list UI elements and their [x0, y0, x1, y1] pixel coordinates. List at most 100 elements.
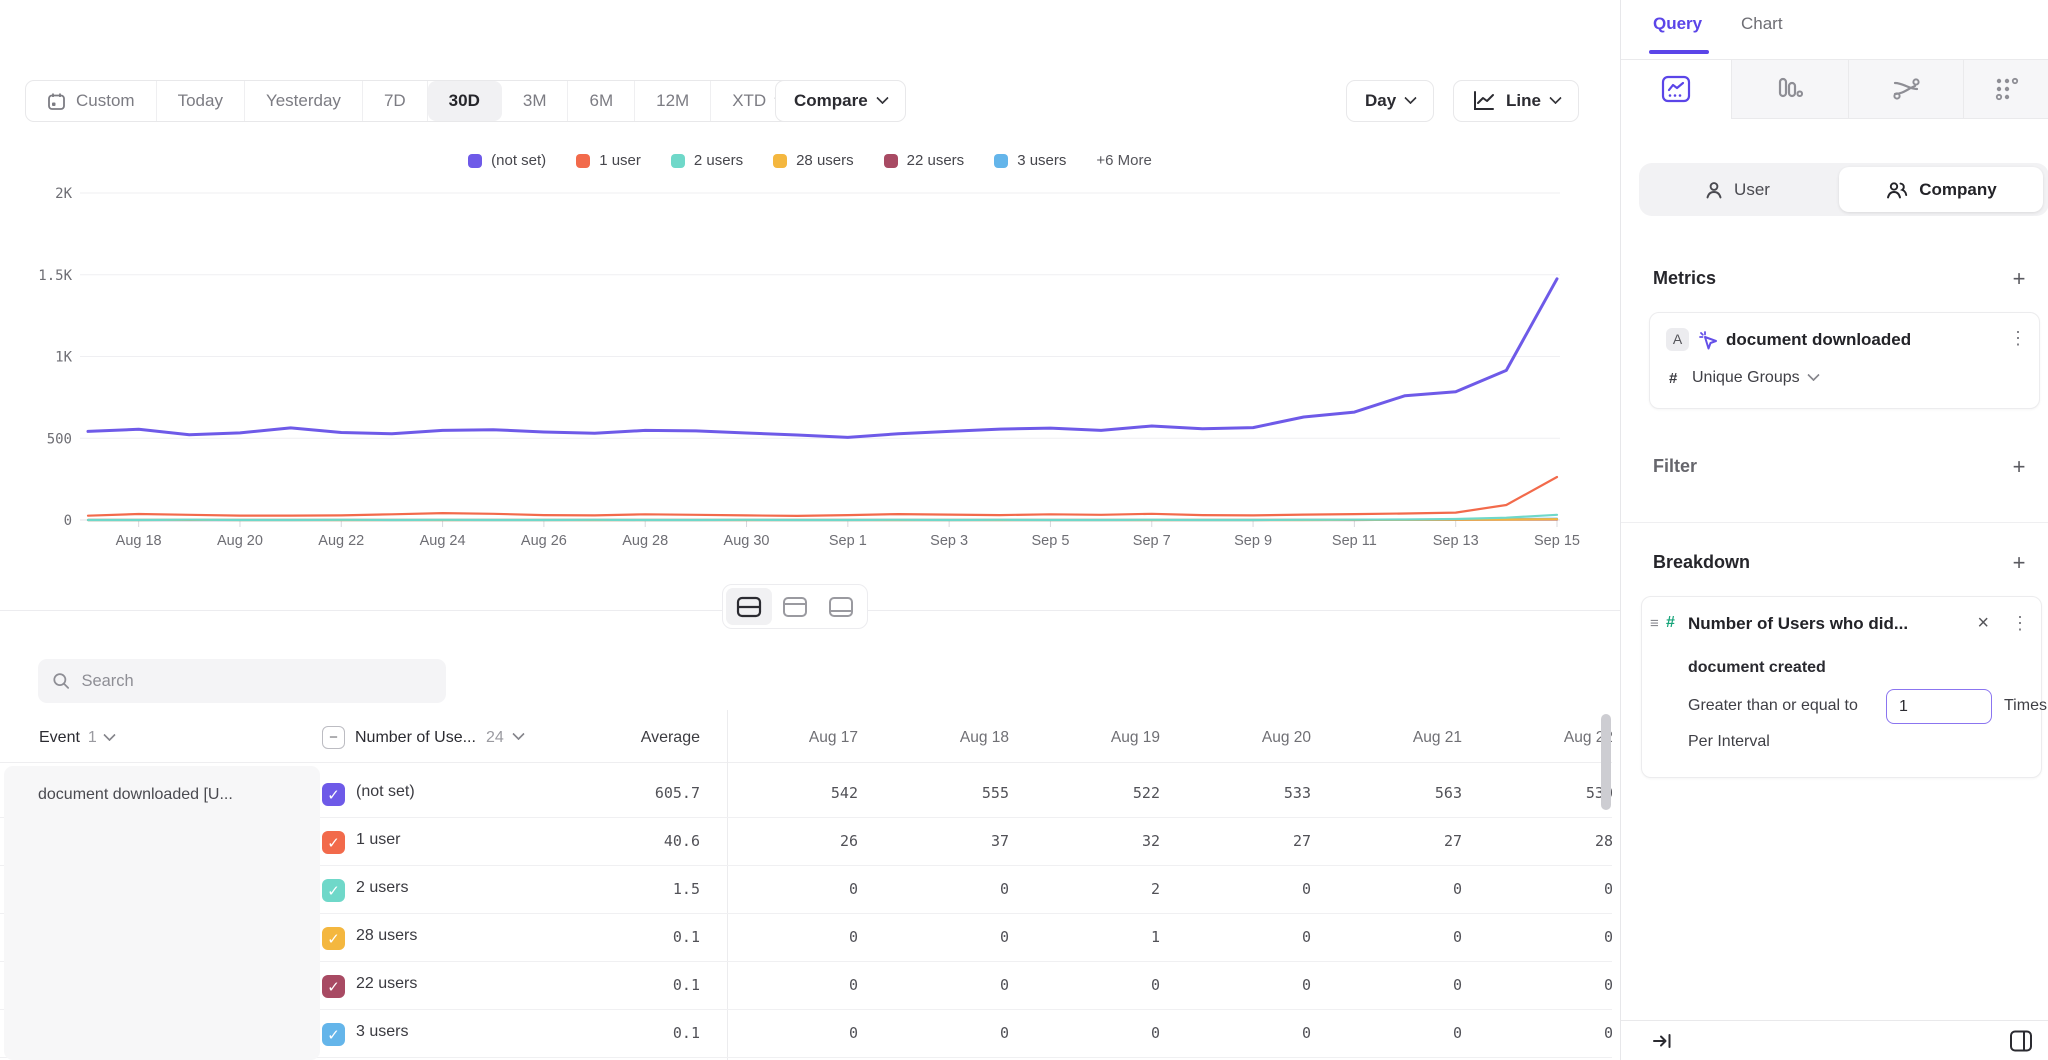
chart-toolbar: Custom Today Yesterday 7D 30D 3M 6M 12M …: [0, 80, 1620, 122]
metric-event-name[interactable]: document downloaded: [1726, 330, 1911, 350]
cell-value: 0: [878, 928, 1009, 946]
add-filter-button[interactable]: +: [2006, 454, 2032, 480]
row-checkbox[interactable]: ✓: [322, 1023, 345, 1046]
search-input[interactable]: [81, 672, 432, 691]
line-chart[interactable]: 05001K1.5K2KAug 18Aug 20Aug 22Aug 24Aug …: [0, 140, 1620, 550]
chevron-down-icon: [876, 92, 889, 105]
layout-split-button[interactable]: [726, 588, 772, 625]
breakdown-section-title: Breakdown: [1653, 552, 1750, 573]
row-checkbox[interactable]: ✓: [322, 783, 345, 806]
breakdown-card[interactable]: ≡ # Number of Users who did... × ⋮ docum…: [1641, 596, 2042, 778]
row-checkbox[interactable]: ✓: [322, 975, 345, 998]
cell-value: 0: [727, 976, 858, 994]
range-custom[interactable]: Custom: [26, 81, 157, 121]
entity-company-label: Company: [1919, 180, 1996, 200]
chart-type-line-button[interactable]: [1621, 60, 1731, 119]
chart-type-dropdown[interactable]: Line: [1453, 80, 1579, 122]
search-icon: [52, 671, 70, 691]
table-scrollbar[interactable]: [1601, 714, 1611, 810]
cell-value: 0: [1482, 1024, 1612, 1042]
tab-query[interactable]: Query: [1653, 14, 1702, 34]
metric-menu-button[interactable]: ⋮: [2009, 328, 2027, 349]
cell-value: 555: [878, 784, 1009, 802]
chart-type-grid-button[interactable]: [1963, 60, 2048, 119]
chart-type-flow-button[interactable]: [1848, 60, 1963, 119]
row-label: 1 user: [356, 831, 400, 849]
bottom-panel-icon: [828, 596, 854, 618]
table-search[interactable]: [38, 659, 446, 703]
compare-label: Compare: [794, 91, 868, 111]
event-name: document downloaded [U...: [38, 786, 233, 804]
cell-value: 0: [1180, 1024, 1311, 1042]
interval-dropdown[interactable]: Day: [1346, 80, 1434, 122]
cell-value: 533: [1180, 784, 1311, 802]
calendar-icon: [47, 92, 66, 111]
breakdown-condition-label[interactable]: Greater than or equal to: [1688, 697, 1858, 715]
date-column-header: Aug 18: [878, 729, 1009, 747]
layout-chart-only-button[interactable]: [772, 588, 818, 625]
breakdown-value-input[interactable]: [1886, 689, 1992, 724]
average-value: 0.1: [560, 1024, 700, 1042]
drag-handle-icon[interactable]: ≡: [1650, 615, 1659, 632]
event-column-header[interactable]: Event 1: [39, 729, 114, 747]
measure-dropdown[interactable]: Unique Groups: [1692, 369, 1818, 387]
y-axis-label: 500: [47, 431, 72, 447]
layout-table-only-button[interactable]: [818, 588, 864, 625]
y-axis-label: 1.5K: [38, 268, 72, 284]
row-checkbox[interactable]: ✓: [322, 879, 345, 902]
chart-type-bar-button[interactable]: [1731, 60, 1848, 119]
range-today[interactable]: Today: [157, 81, 245, 121]
select-all-checkbox[interactable]: −: [322, 726, 345, 749]
x-axis-label: Sep 11: [1332, 533, 1377, 549]
remove-breakdown-button[interactable]: ×: [1977, 612, 1989, 635]
add-breakdown-button[interactable]: +: [2006, 550, 2032, 576]
event-count: 1: [88, 729, 97, 747]
active-tab-indicator: [1649, 50, 1709, 54]
bar-chart-icon: [1776, 75, 1804, 103]
range-12m[interactable]: 12M: [635, 81, 711, 121]
compare-button[interactable]: Compare: [775, 80, 906, 122]
tab-chart[interactable]: Chart: [1741, 14, 1783, 34]
row-checkbox[interactable]: ✓: [322, 927, 345, 950]
average-value: 1.5: [560, 880, 700, 898]
metric-card[interactable]: A document downloaded ⋮ # Unique Groups: [1649, 312, 2040, 409]
event-list-item[interactable]: document downloaded [U...: [4, 766, 320, 1060]
hash-icon: #: [1666, 614, 1675, 632]
add-metric-button[interactable]: +: [2006, 266, 2032, 292]
x-axis-label: Aug 28: [622, 533, 668, 549]
range-yesterday[interactable]: Yesterday: [245, 81, 363, 121]
row-label: (not set): [356, 783, 415, 801]
cell-value: 542: [727, 784, 858, 802]
entity-company-option[interactable]: Company: [1839, 167, 2043, 212]
cell-value: 28: [1482, 832, 1612, 850]
y-axis-label: 2K: [55, 186, 72, 202]
range-30d[interactable]: 30D: [428, 81, 502, 121]
range-7d[interactable]: 7D: [363, 81, 428, 121]
panel-layout-icon[interactable]: [2008, 1028, 2034, 1054]
query-panel: Query Chart: [1620, 0, 2048, 1060]
average-value: 0.1: [560, 928, 700, 946]
cell-value: 563: [1331, 784, 1462, 802]
flow-chart-icon: [1891, 76, 1921, 102]
row-label: 3 users: [356, 1023, 408, 1041]
breakdown-event-name[interactable]: document created: [1688, 659, 1826, 677]
breakdown-per-label[interactable]: Per Interval: [1688, 733, 1770, 751]
event-header-label: Event: [39, 729, 80, 747]
group-column-header[interactable]: − Number of Use... 24: [322, 726, 523, 749]
chevron-down-icon: [1807, 368, 1820, 381]
cell-value: 0: [878, 976, 1009, 994]
date-column-header: Aug 17: [727, 729, 858, 747]
cell-value: 0: [1180, 976, 1311, 994]
collapse-panel-icon[interactable]: [1651, 1030, 1673, 1052]
cell-value: 1: [1029, 928, 1160, 946]
metrics-section-title: Metrics: [1653, 268, 1716, 289]
breakdown-menu-button[interactable]: ⋮: [2011, 613, 2029, 634]
date-column-header: Aug 21: [1331, 729, 1462, 747]
range-3m[interactable]: 3M: [502, 81, 569, 121]
breakdown-property[interactable]: Number of Users who did...: [1688, 614, 1908, 634]
range-6m[interactable]: 6M: [568, 81, 635, 121]
x-axis-label: Aug 24: [420, 533, 466, 549]
y-axis-label: 1K: [55, 350, 72, 366]
row-checkbox[interactable]: ✓: [322, 831, 345, 854]
entity-user-option[interactable]: User: [1639, 180, 1835, 200]
